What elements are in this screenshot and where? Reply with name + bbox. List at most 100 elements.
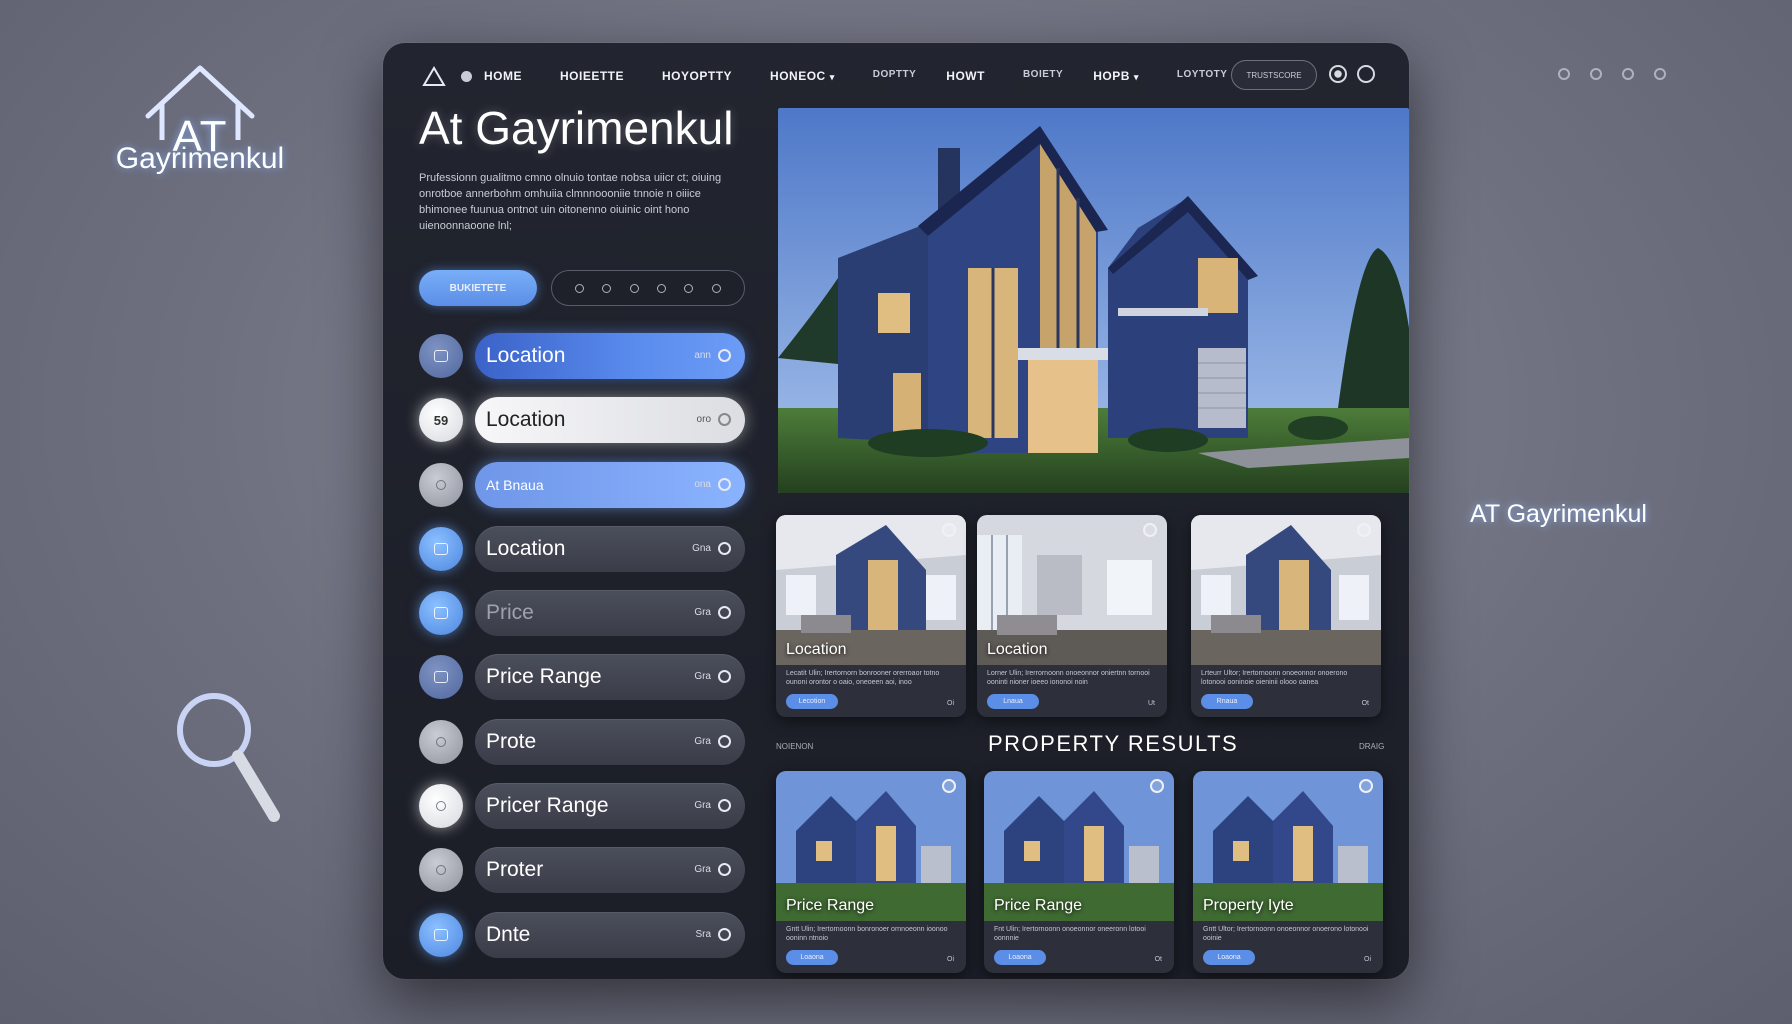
nav-item-8[interactable]: HOPB ▾ <box>1093 69 1139 83</box>
filter-avatar: 59 <box>419 398 463 443</box>
filter-pill[interactable]: Price Range Gra <box>475 654 745 701</box>
radio-icon[interactable] <box>718 670 731 684</box>
filter-row[interactable]: Price Range Gra <box>419 654 749 701</box>
card-icon <box>434 607 448 620</box>
nav-item-2[interactable]: HOIEETTE <box>560 69 624 83</box>
filter-label: Prote <box>486 729 537 753</box>
filter-tag: Gra <box>694 864 711 876</box>
favorite-icon[interactable] <box>1359 779 1373 793</box>
quick-icon-2[interactable] <box>602 283 612 293</box>
filter-row[interactable]: 59 Location oro <box>419 397 749 444</box>
property-card[interactable]: Price Range Fnt Ulin; Irertornoonn onoeo… <box>984 771 1174 973</box>
nav-item-7[interactable]: BOIETY <box>1023 69 1063 83</box>
filter-label: Pricer Range <box>486 794 609 818</box>
card-title: Location <box>786 641 847 658</box>
nav-cta-button[interactable]: TRUSTSCORE <box>1231 60 1317 90</box>
favorite-icon[interactable] <box>1143 523 1157 537</box>
results-right-meta: DRAIG <box>1359 742 1385 751</box>
filter-tag: Gra <box>694 671 711 683</box>
triangle-logo-icon[interactable] <box>421 65 447 87</box>
property-card[interactable]: Location Lecatit Ulin; Irertornorn bonro… <box>776 515 966 717</box>
card-description: Gntt Ultor; Irertornoonn onoeonnor onoer… <box>1203 926 1369 942</box>
quick-icon-4[interactable] <box>657 283 667 293</box>
favorite-icon[interactable] <box>942 523 956 537</box>
favorite-icon[interactable] <box>942 779 956 793</box>
card-description: Gntt Ulin; Irertornoonn bonronoer ornnoe… <box>786 926 948 942</box>
card-description: Lrteurr Ultor; Irertornoonn onoeonnor on… <box>1201 670 1348 686</box>
record-icon[interactable] <box>1329 65 1347 83</box>
nav-item-extra[interactable]: LOYTOTY <box>1177 69 1228 83</box>
card-description: Fnt Ulin; Irertornoonn onoeonnor oneeron… <box>994 926 1146 942</box>
nav-item-8-label: HOPB <box>1093 69 1130 83</box>
nav-item-home[interactable]: HOME <box>484 69 522 83</box>
filter-row[interactable]: Proter Gra <box>419 847 749 894</box>
radio-icon[interactable] <box>718 606 731 620</box>
filter-label: Location <box>486 536 566 560</box>
brand-logo: AT Gayrimenkul <box>100 60 300 176</box>
profile-icon[interactable] <box>1357 65 1375 83</box>
chevron-down-icon: ▾ <box>1133 72 1139 82</box>
property-card[interactable]: Price Range Gntt Ulin; Irertornoonn bonr… <box>776 771 966 973</box>
card-button[interactable]: Rnaua <box>1201 694 1253 709</box>
card-button[interactable]: Loaona <box>1203 950 1255 965</box>
filter-row[interactable]: Location Gna <box>419 525 749 572</box>
filter-row[interactable]: Prote Gra <box>419 718 749 765</box>
radio-icon[interactable] <box>718 349 731 362</box>
card-button[interactable]: Lnaua <box>987 694 1039 709</box>
nav-item-5[interactable]: DOPTTY <box>873 69 917 83</box>
filter-pill[interactable]: Prote Gra <box>475 718 745 765</box>
property-card[interactable]: Location Lorner Ulin; Irerrornoonn onoeo… <box>977 515 1167 717</box>
radio-icon[interactable] <box>718 541 731 555</box>
filter-row[interactable]: Location ann <box>419 333 749 379</box>
primary-cta-button[interactable]: BUKIETETE <box>419 270 537 306</box>
card-meta: Ot <box>1361 700 1369 707</box>
filter-pill[interactable]: Dnte Sra <box>475 911 745 958</box>
control-dot-icon[interactable] <box>1654 68 1666 80</box>
favorite-icon[interactable] <box>1150 779 1164 793</box>
filter-pill[interactable]: Price Gra <box>475 590 745 637</box>
filter-row[interactable]: Pricer Range Gra <box>419 783 749 830</box>
nav-menu: HOME HOIEETTE HOYOPTTY HONEOC ▾ DOPTTY HO… <box>484 69 1257 83</box>
filter-avatar <box>419 526 463 571</box>
card-meta: Oi <box>947 956 954 963</box>
radio-icon[interactable] <box>718 477 731 491</box>
results-left-meta: NOIENON <box>776 742 814 751</box>
filter-label: Price <box>486 601 534 625</box>
quick-icon-6[interactable] <box>711 283 721 293</box>
filter-row[interactable]: At Bnaua ona <box>419 461 749 508</box>
filter-pill[interactable]: Proter Gra <box>475 847 745 894</box>
nav-item-4[interactable]: HONEOC ▾ <box>770 69 835 83</box>
filter-tag: Sra <box>695 928 711 940</box>
nav-item-6[interactable]: HOWT <box>946 69 985 83</box>
favorite-icon[interactable] <box>1357 523 1371 537</box>
nav-item-3[interactable]: HOYOPTTY <box>662 69 732 83</box>
filter-row[interactable]: Price Gra <box>419 590 749 637</box>
quick-icon-5[interactable] <box>684 283 694 293</box>
card-button[interactable]: Loaona <box>786 950 838 965</box>
control-dot-icon[interactable] <box>1590 68 1602 80</box>
card-button[interactable]: Lecotion <box>786 694 838 709</box>
filter-row[interactable]: Dnte Sra <box>419 911 749 958</box>
radio-icon[interactable] <box>718 863 731 877</box>
filter-pill[interactable]: At Bnaua ona <box>475 461 745 508</box>
filter-pill[interactable]: Location Gna <box>475 525 745 572</box>
quick-icon-3[interactable] <box>629 283 639 293</box>
filter-pill[interactable]: Location oro <box>475 397 745 444</box>
filter-pill[interactable]: Pricer Range Gra <box>475 783 745 830</box>
side-brand-name: AT Gayrimenkul <box>1470 500 1647 528</box>
radio-icon[interactable] <box>718 413 731 427</box>
property-card[interactable]: Property Iyte Gntt Ultor; Irertornoonn o… <box>1193 771 1383 973</box>
radio-icon[interactable] <box>718 734 731 748</box>
card-description: Lorner Ulin; Irerrornoonn onoeonnor onie… <box>987 670 1150 686</box>
control-dot-icon[interactable] <box>1622 68 1634 80</box>
radio-icon[interactable] <box>718 799 731 813</box>
filter-pill[interactable]: Location ann <box>475 333 745 379</box>
chevron-down-icon: ▾ <box>829 72 835 82</box>
radio-icon[interactable] <box>718 927 731 941</box>
filter-label: At Bnaua <box>486 476 544 493</box>
nav-item-4-label: HONEOC <box>770 69 826 83</box>
quick-icon-1[interactable] <box>575 283 585 293</box>
card-button[interactable]: Loaona <box>994 950 1046 965</box>
control-dot-icon[interactable] <box>1558 68 1570 80</box>
property-card[interactable]: Lrteurr Ultor; Irertornoonn onoeonnor on… <box>1191 515 1381 717</box>
